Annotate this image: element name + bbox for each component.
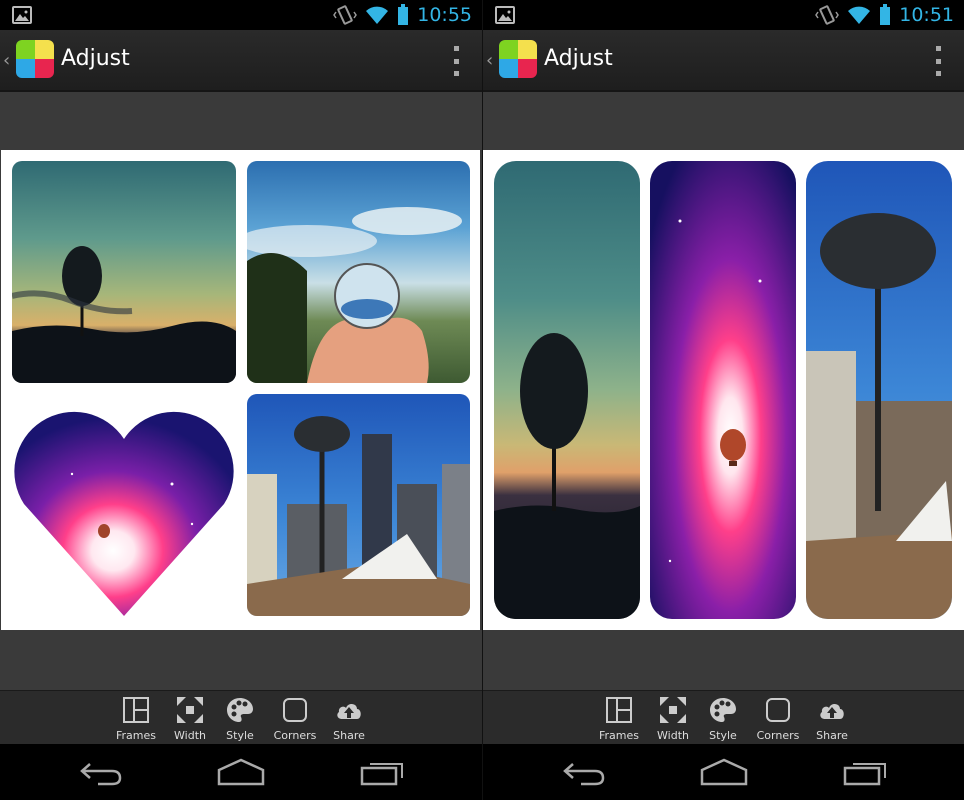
action-bar: ‹ Adjust — [483, 30, 964, 92]
screen-title: Adjust — [544, 46, 613, 71]
frames-label: Frames — [598, 729, 639, 742]
frames-label: Frames — [115, 729, 156, 742]
collage-canvas — [1, 150, 480, 630]
battery-icon — [398, 4, 409, 25]
collage-canvas — [483, 150, 964, 630]
wifi-icon — [366, 6, 389, 24]
recent-apps-nav-icon[interactable] — [360, 758, 406, 786]
app-logo[interactable] — [16, 40, 54, 78]
palette-icon — [227, 698, 253, 722]
frames-icon — [123, 697, 149, 723]
photo-sunset-tree[interactable] — [12, 161, 236, 383]
screen-title: Adjust — [61, 46, 130, 71]
system-nav-bar — [0, 744, 482, 800]
share-label: Share — [816, 729, 848, 742]
style-button[interactable]: Style — [213, 695, 267, 745]
style-label: Style — [709, 729, 737, 742]
corners-label: Corners — [273, 729, 317, 742]
photo-heart-nebula[interactable] — [12, 394, 236, 616]
photo-city-tower[interactable] — [247, 394, 470, 616]
corners-icon — [766, 698, 790, 722]
status-bar: 10:51 — [483, 0, 964, 30]
gallery-notification-icon — [495, 6, 515, 24]
photo-sunset-tree[interactable] — [494, 161, 640, 619]
overflow-menu-icon[interactable] — [934, 46, 942, 76]
status-bar: 10:55 — [0, 0, 482, 30]
vibrate-icon — [333, 5, 358, 25]
bottom-toolbar: Frames Width Style Corners Share — [483, 690, 964, 744]
bottom-toolbar: Frames Width Style Corners Share — [0, 690, 482, 744]
frames-button[interactable]: Frames — [592, 695, 646, 745]
cloud-upload-icon — [820, 703, 844, 719]
share-button[interactable]: Share — [805, 695, 859, 745]
gallery-notification-icon — [12, 6, 32, 24]
frames-button[interactable]: Frames — [109, 695, 163, 745]
photo-crystal-ball[interactable] — [247, 161, 470, 383]
corners-button[interactable]: Corners — [751, 695, 805, 745]
width-icon — [660, 697, 686, 723]
back-chevron-icon[interactable]: ‹ — [3, 50, 10, 71]
back-chevron-icon[interactable]: ‹ — [486, 50, 493, 71]
overflow-menu-icon[interactable] — [452, 46, 460, 76]
photo-nebula-balloon[interactable] — [650, 161, 796, 619]
width-label: Width — [657, 729, 689, 742]
back-nav-icon[interactable] — [561, 758, 607, 786]
home-nav-icon[interactable] — [699, 758, 749, 786]
width-button[interactable]: Width — [646, 695, 700, 745]
wifi-icon — [848, 6, 871, 24]
back-nav-icon[interactable] — [78, 758, 124, 786]
system-nav-bar — [483, 744, 964, 800]
style-label: Style — [226, 729, 254, 742]
style-button[interactable]: Style — [696, 695, 750, 745]
share-label: Share — [333, 729, 365, 742]
corners-icon — [283, 698, 307, 722]
width-icon — [177, 697, 203, 723]
home-nav-icon[interactable] — [216, 758, 266, 786]
recent-apps-nav-icon[interactable] — [843, 758, 889, 786]
vibrate-icon — [815, 5, 840, 25]
width-button[interactable]: Width — [163, 695, 217, 745]
frames-icon — [606, 697, 632, 723]
corners-button[interactable]: Corners — [268, 695, 322, 745]
width-label: Width — [174, 729, 206, 742]
photo-city-tower[interactable] — [806, 161, 952, 619]
clock-time: 10:51 — [899, 4, 954, 26]
screenshot-stage: 10:55 ‹ Adjust Frames Width Style Corner… — [0, 0, 964, 800]
corners-label: Corners — [756, 729, 800, 742]
share-button[interactable]: Share — [322, 695, 376, 745]
palette-icon — [710, 698, 736, 722]
cloud-upload-icon — [337, 703, 361, 719]
phone-screen-right: 10:51 ‹ Adjust Frames Width Style Corner… — [482, 0, 964, 800]
action-bar: ‹ Adjust — [0, 30, 482, 92]
battery-icon — [880, 4, 891, 25]
app-logo[interactable] — [499, 40, 537, 78]
phone-screen-left: 10:55 ‹ Adjust Frames Width Style Corner… — [0, 0, 482, 800]
clock-time: 10:55 — [417, 4, 472, 26]
